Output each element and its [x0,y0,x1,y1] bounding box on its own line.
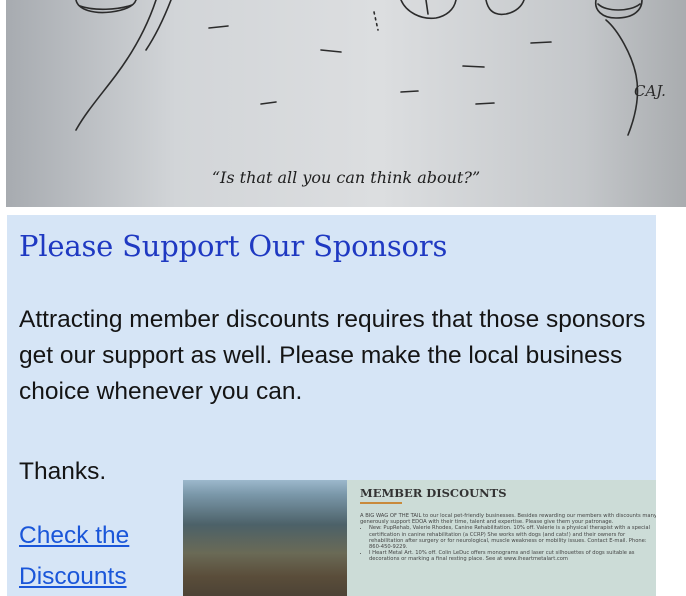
panel-title: Please Support Our Sponsors [19,229,448,263]
panel-body-text: Attracting member discounts requires tha… [19,306,646,405]
cartoon-caption: “Is that all you can think about?” [211,168,481,187]
thumb-intro: A BIG WAG OF THE TAIL to our local pet-f… [360,513,656,526]
discount-item: New: PupRehab, Valerie Rhodes, Canine Re… [369,525,656,550]
lake-waves-photo [183,480,347,596]
thumb-heading: MEMBER DISCOUNTS [360,486,507,500]
discount-item: I Heart Metal Art. 10% off. Colin LeDuc … [369,550,656,562]
cartoonist-signature: CAJ. [634,82,666,100]
member-discounts-thumbnail[interactable]: MEMBER DISCOUNTS A BIG WAG OF THE TAIL t… [183,480,656,596]
sponsors-panel: Please Support Our Sponsors Attracting m… [7,215,656,596]
check-discounts-link[interactable]: Check the Discounts [19,515,169,596]
thumb-body: A BIG WAG OF THE TAIL to our local pet-f… [360,513,656,563]
thanks-text: Thanks. [19,458,107,485]
discount-list: New: PupRehab, Valerie Rhodes, Canine Re… [360,525,656,562]
thumb-divider [360,502,402,504]
cartoon-image: CAJ. “Is that all you can think about?” [6,0,686,207]
